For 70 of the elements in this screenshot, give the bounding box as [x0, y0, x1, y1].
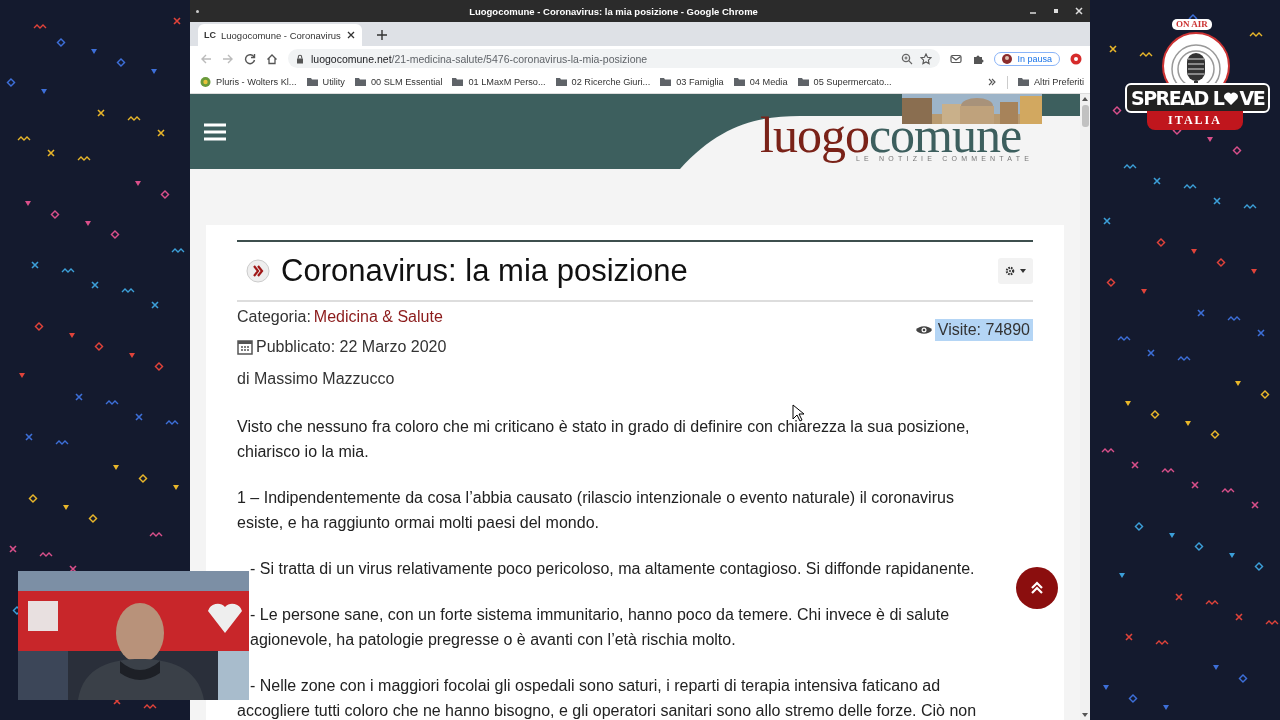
double-chevron-up-icon	[1030, 581, 1044, 595]
folder-icon	[354, 77, 366, 87]
mail-icon[interactable]	[950, 52, 963, 65]
favicon: LC	[204, 30, 216, 40]
lock-icon	[296, 53, 304, 64]
star-icon[interactable]	[920, 52, 933, 65]
scrollbar-thumb[interactable]	[1081, 105, 1089, 127]
chevron-badge-icon	[245, 258, 271, 284]
heart-icon	[1223, 90, 1240, 106]
paragraph-line: - Le persone sane, con un forte sistema immunitario, hanno poco da temere. Chi invece è di salute	[249, 605, 951, 625]
settings-icon	[1005, 266, 1015, 276]
author-byline: di Massimo Mazzucco	[237, 369, 396, 389]
paragraph-line: agionevole, ha patologie pregresse o è avanti con l’età rischia molto.	[249, 630, 737, 650]
folder-icon	[733, 77, 745, 87]
bookmark-link[interactable]: 03 Famiglia	[660, 77, 724, 87]
bookmark-link[interactable]: Altri Preferiti	[1017, 77, 1084, 87]
article-title: Coronavirus: la mia posizione	[281, 253, 689, 289]
avatar-icon	[1002, 53, 1013, 64]
window-menu-icon[interactable]	[196, 9, 199, 13]
folder-icon	[660, 77, 672, 87]
window-title: Luogocomune - Coronavirus: la mia posizione - Google Chrome	[468, 5, 759, 17]
folder-icon	[797, 77, 809, 87]
ribbon-label: ITALIA	[1147, 111, 1243, 130]
stream-logo-word: SPREAD L VE	[1125, 83, 1271, 113]
close-icon[interactable]	[345, 30, 356, 40]
caret-icon	[1020, 269, 1026, 273]
folder-icon	[452, 77, 464, 87]
category-label: Categoria:	[237, 308, 311, 326]
reload-icon[interactable]	[244, 52, 256, 65]
eye-icon	[915, 325, 932, 335]
bookmark-link[interactable]: 04 Media	[733, 77, 788, 87]
bookmark-link[interactable]: 01 LMaxM Perso...	[452, 77, 546, 87]
close-icon[interactable]	[1074, 6, 1084, 16]
paragraph-line: esiste, e ha raggiunto ormai molti paesi del mondo.	[237, 513, 600, 533]
calendar-icon	[237, 339, 253, 355]
plus-icon[interactable]	[375, 29, 388, 41]
on-air-label: ON AIR	[1172, 19, 1212, 30]
scroll-up-icon[interactable]	[1082, 97, 1088, 101]
paragraph-line: Visto che nessuno fra coloro che mi criticano è stato in grado di definire con chiarezza la sua posizione,	[237, 417, 971, 437]
bookmark-link[interactable]: 00 SLM Essential	[354, 77, 443, 87]
folder-icon	[306, 77, 318, 87]
chevron-icon[interactable]	[986, 77, 997, 87]
folder-icon	[555, 77, 567, 87]
visit-count: Visite: 74890	[934, 319, 1033, 341]
tab-title: Luogocomune - Coronavirus	[221, 29, 341, 41]
bookmark-link[interactable]: Utility	[306, 77, 345, 87]
paragraph-line: chiarisco io la mia.	[237, 442, 370, 462]
home-icon[interactable]	[266, 52, 278, 65]
paragraph-line: - Si tratta di un virus relativamente poco pericoloso, ma altamente contagioso. Si diffonde rapidanente.	[249, 559, 976, 579]
scrollbar[interactable]	[1080, 94, 1090, 720]
site-icon	[200, 77, 211, 87]
category-link[interactable]: Medicina & Salute	[313, 308, 443, 326]
cursor-icon	[792, 404, 804, 422]
browser-tab[interactable]: LC Luogocomune - Coronavirus	[198, 24, 362, 46]
scroll-down-icon[interactable]	[1082, 713, 1088, 717]
zoom-icon[interactable]	[901, 52, 914, 65]
url-text: luogocomune.net/21-medicina-salute/5476-coronavirus-la-mia-posizione	[311, 52, 648, 65]
address-field[interactable]: luogocomune.net/21-medicina-salute/5476-coronavirus-la-mia-posizione	[288, 49, 941, 68]
settings-button[interactable]	[998, 258, 1033, 284]
paragraph-line: 1 – Indipendentemente da cosa l’abbia causato (rilascio intenzionale o evento naturale) il coronavirus	[237, 488, 955, 508]
maximize-icon[interactable]	[1051, 6, 1061, 16]
paragraph-line: - Nelle zone con i maggiori focolai gli ospedali sono saturi, i reparti di terapia intensiva faticano ad	[249, 676, 942, 696]
folder-icon	[1017, 77, 1029, 87]
bookmark-link[interactable]: Pluris - Wolters Kl...	[200, 77, 297, 87]
paragraph-line: accogliere tutti coloro che ne hanno bisogno, e gli operatori sanitari sono allo stremo delle forze. Ciò non	[237, 701, 978, 720]
menu-icon[interactable]	[204, 123, 226, 141]
bookmark-link[interactable]: 05 Supermercato...	[797, 77, 892, 87]
publish-date: Pubblicato: 22 Marzo 2020	[256, 338, 447, 356]
bookmark-link[interactable]: 02 Ricerche Giuri...	[555, 77, 651, 87]
extension-icon[interactable]	[1070, 52, 1082, 65]
